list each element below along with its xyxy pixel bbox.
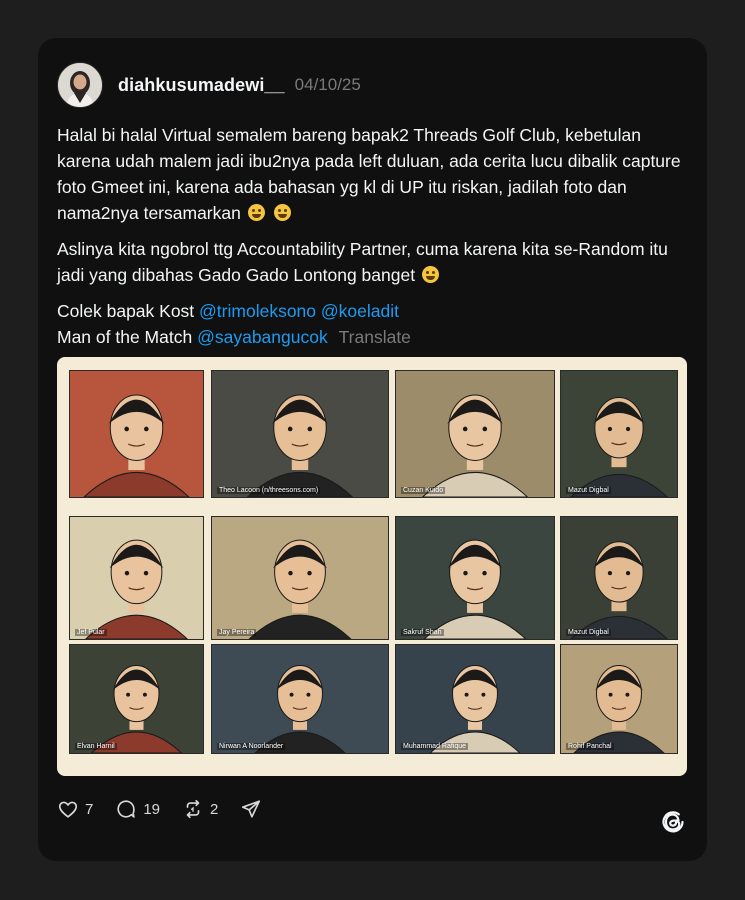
paragraph-2-text: Aslinya kita ngobrol ttg Accountability … [57,239,668,285]
participant-name: Jef Pular [75,629,107,636]
post-date: 04/10/25 [294,75,361,94]
username[interactable]: diahkusumadewi__ [118,75,285,96]
share-button[interactable] [240,798,268,820]
mention-link[interactable]: @trimoleksono [199,301,316,321]
post-card: diahkusumadewi__ 04/10/25 Halal bi halal… [38,38,707,861]
participant-name: Nirwan A Noorlander [217,743,286,750]
participant-tile: Elvan Harnil [69,644,204,754]
participant-name: Rohif Panchal [566,743,614,750]
participant-portrait [423,539,527,639]
repost-button[interactable]: 2 [182,798,218,820]
comment-icon [117,800,136,818]
participant-portrait [90,665,183,753]
laughing-emoji-icon [247,204,265,221]
like-button[interactable]: 7 [57,798,93,820]
participant-tile: Rohif Panchal [560,644,678,754]
participant-tile: Nirwan A Noorlander [211,644,389,754]
action-bar: 7 19 2 [57,798,290,820]
threads-logo-icon[interactable] [659,808,687,841]
participant-portrait [573,665,665,753]
participant-tile: Jef Pular [69,516,204,640]
post-image[interactable]: Theo Lacoon (n/threesons.com) Cuzan Kuido… [57,357,687,776]
participant-name: Muhammad Rafique [401,743,469,750]
comment-button[interactable]: 19 [115,798,160,820]
participant-portrait [246,394,354,497]
participant-tile: Mazut Digbal [560,370,678,498]
paragraph-3: Colek bapak Kost @trimoleksono @koeladit [57,298,697,324]
participant-tile: Muhammad Rafique [395,644,555,754]
line-4-text: Man of the Match [57,327,193,347]
like-count: 7 [85,800,94,818]
post-body: Halal bi halal Virtual semalem bareng ba… [57,122,697,350]
paragraph-4: Man of the Match @sayabangucok Translate [57,324,697,350]
participant-portrait [83,394,190,497]
participant-name: Theo Lacoon (n/threesons.com) [217,487,321,494]
paragraph-1-text: Halal bi halal Virtual semalem bareng ba… [57,125,681,223]
participant-portrait [570,397,668,497]
post-header: diahkusumadewi__ 04/10/25 [57,62,361,108]
threads-logo-icon [662,811,684,833]
participant-name: Jay Pereira [217,629,257,636]
participant-name: Elvan Harnil [75,743,117,750]
participant-name: Sakruf Shah [401,629,444,636]
mention-link[interactable]: @koeladit [321,301,399,321]
laughing-emoji-icon [421,266,439,283]
avatar-image [58,63,102,107]
line-3-text: Colek bapak Kost [57,301,195,321]
participant-tile: Theo Lacoon (n/threesons.com) [211,370,389,498]
paragraph-1: Halal bi halal Virtual semalem bareng ba… [57,122,697,226]
participant-tile: Mazut Digbal [560,516,678,640]
translate-link[interactable]: Translate [339,327,411,347]
participant-tile [69,370,204,498]
participant-portrait [254,665,346,753]
participant-name: Mazut Digbal [566,629,611,636]
participant-portrait [570,541,668,639]
participant-portrait [421,394,529,497]
paragraph-2: Aslinya kita ngobrol ttg Accountability … [57,236,697,288]
participant-portrait [429,665,521,753]
repost-icon [186,799,200,819]
repost-count: 2 [210,800,219,818]
laughing-emoji-icon [273,204,291,221]
participant-tile: Sakruf Shah [395,516,555,640]
participant-tile: Jay Pereira [211,516,389,640]
heart-icon [58,801,78,818]
participant-name: Mazut Digbal [566,487,611,494]
comment-count: 19 [143,800,161,818]
avatar[interactable] [57,62,103,108]
participant-name: Cuzan Kuido [401,487,446,494]
participant-tile: Cuzan Kuido [395,370,555,498]
share-icon [242,800,261,818]
participant-portrait [85,539,188,639]
mention-link[interactable]: @sayabangucok [197,327,328,347]
participant-portrait [248,539,352,639]
